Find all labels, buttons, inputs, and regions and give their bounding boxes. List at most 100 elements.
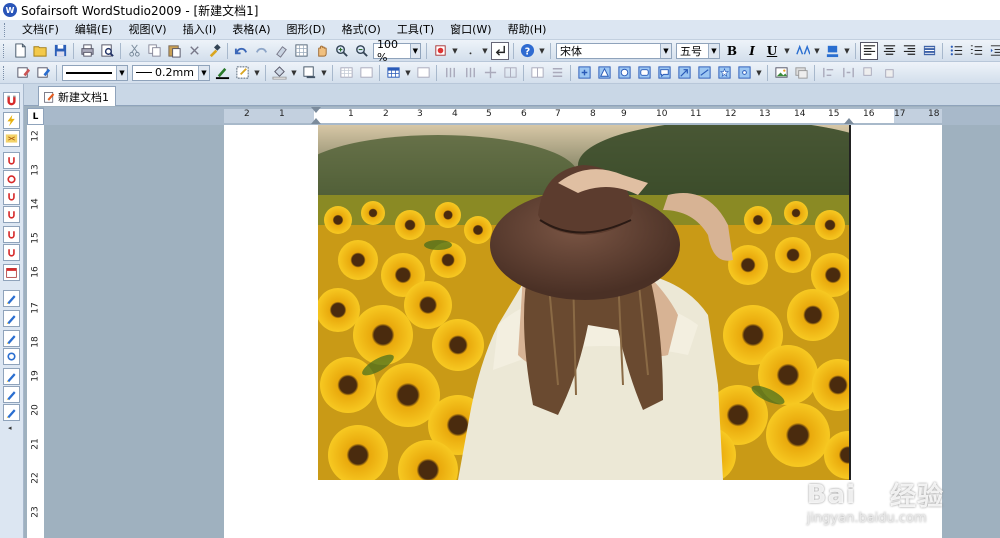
right-indent-marker[interactable] [844, 118, 854, 124]
magnet-red-4-button[interactable] [3, 206, 20, 223]
shape-line-button[interactable] [695, 64, 713, 82]
shape-rectangle-button[interactable] [575, 64, 593, 82]
border-style-button[interactable] [233, 64, 251, 82]
magnet-tool-button[interactable] [3, 92, 20, 109]
picture-format-button[interactable] [792, 64, 810, 82]
hand-tool-button[interactable] [312, 42, 330, 60]
send-backward-button[interactable] [879, 64, 897, 82]
copy-button[interactable] [145, 42, 163, 60]
format-painter-button[interactable] [205, 42, 223, 60]
align-left-button[interactable] [860, 41, 878, 60]
insert-picture-button[interactable] [772, 64, 790, 82]
cell-align-button[interactable] [548, 64, 566, 82]
edit-text-button[interactable] [34, 64, 52, 82]
menu-tools[interactable]: 工具(T) [389, 21, 442, 39]
connector-tool-button[interactable] [3, 130, 20, 147]
align-objects-button[interactable] [819, 64, 837, 82]
delete-button[interactable] [185, 42, 203, 60]
ring-tool-button[interactable] [3, 348, 20, 365]
chevron-down-icon[interactable]: ▼ [812, 43, 822, 59]
print-preview-button[interactable] [98, 42, 116, 60]
pen-tool-3-button[interactable] [3, 330, 20, 347]
chevron-down-icon[interactable]: ▼ [842, 43, 852, 59]
chevron-down-icon[interactable]: ▼ [754, 65, 764, 81]
highlight-button[interactable] [823, 42, 841, 60]
insert-column-button[interactable] [441, 64, 459, 82]
print-button[interactable] [78, 42, 96, 60]
menu-insert[interactable]: 插入(I) [175, 21, 225, 39]
new-document-button[interactable] [11, 42, 29, 60]
align-right-button[interactable] [900, 42, 918, 60]
merge-cells-button[interactable] [481, 64, 499, 82]
symbol-button[interactable] [461, 42, 479, 60]
vertical-ruler[interactable]: 12 13 14 15 16 17 18 19 20 21 22 23 [27, 125, 44, 538]
shape-circle-button[interactable] [615, 64, 633, 82]
shape-arrow-button[interactable] [675, 64, 693, 82]
distribute-button[interactable] [839, 64, 857, 82]
table-format-button[interactable] [357, 64, 375, 82]
shape-callout-button[interactable] [655, 64, 673, 82]
line-style-select[interactable]: ▼ [62, 64, 128, 81]
open-button[interactable] [31, 42, 49, 60]
toolbar-grip[interactable] [3, 43, 4, 58]
cut-button[interactable] [125, 42, 143, 60]
zoom-out-button[interactable] [352, 42, 370, 60]
chevron-down-icon[interactable]: ▼ [252, 65, 262, 81]
magnet-red-5-button[interactable] [3, 226, 20, 243]
chevron-down-icon[interactable]: ▼ [782, 43, 792, 59]
fill-color-button[interactable] [270, 64, 288, 82]
calendar-tool-button[interactable] [3, 264, 20, 281]
justify-button[interactable] [920, 42, 938, 60]
pen-tool-1-button[interactable] [3, 290, 20, 307]
magnet-red-2-button[interactable] [3, 170, 20, 187]
font-size-select[interactable]: 五号 ▼ [676, 42, 720, 59]
italic-button[interactable]: I [743, 42, 761, 60]
menu-format[interactable]: 格式(O) [334, 21, 389, 39]
chevron-down-icon[interactable]: ▼ [289, 65, 299, 81]
tab-stop-selector[interactable]: L [27, 108, 44, 125]
menu-graphics[interactable]: 图形(D) [279, 21, 334, 39]
bullet-list-button[interactable] [947, 42, 965, 60]
bold-button[interactable]: B [723, 42, 741, 60]
menu-help[interactable]: 帮助(H) [500, 21, 555, 39]
zoom-select[interactable]: 100 % ▼ [373, 40, 421, 61]
delete-column-button[interactable] [461, 64, 479, 82]
shadow-button[interactable] [300, 64, 318, 82]
left-indent-marker[interactable] [311, 118, 321, 124]
menu-view[interactable]: 视图(V) [120, 21, 174, 39]
split-cells-button[interactable] [501, 64, 519, 82]
shape-star-button[interactable] [715, 64, 733, 82]
horizontal-ruler[interactable]: 2 1 1 2 3 4 5 6 7 8 9 10 11 12 13 14 15 … [44, 107, 1000, 125]
magnet-red-6-button[interactable] [3, 244, 20, 261]
chevron-down-icon[interactable]: ▼ [450, 43, 460, 59]
grid-button[interactable] [292, 42, 310, 60]
line-width-select[interactable]: 0.2mm ▼ [132, 64, 210, 81]
line-color-button[interactable] [213, 64, 231, 82]
inserted-photo[interactable] [318, 125, 851, 480]
paragraph-mark-button[interactable] [491, 41, 509, 60]
chevron-down-icon[interactable]: ▼ [319, 65, 329, 81]
character-format-button[interactable] [793, 42, 811, 60]
indent-button[interactable] [987, 42, 1000, 60]
pen-tool-4-button[interactable] [3, 368, 20, 385]
pen-tool-6-button[interactable] [3, 404, 20, 421]
tab-new-document-1[interactable]: 新建文档1 [38, 86, 116, 106]
erase-button[interactable] [272, 42, 290, 60]
zoom-in-button[interactable] [332, 42, 350, 60]
cell-split-button[interactable] [528, 64, 546, 82]
first-line-indent-marker[interactable] [311, 107, 321, 113]
shape-rounded-button[interactable] [635, 64, 653, 82]
font-name-select[interactable]: 宋体 ▼ [556, 42, 672, 59]
undo-button[interactable] [232, 42, 250, 60]
magnet-red-3-button[interactable] [3, 188, 20, 205]
magnet-red-1-button[interactable] [3, 152, 20, 169]
shape-triangle-button[interactable] [595, 64, 613, 82]
menu-table[interactable]: 表格(A) [224, 21, 278, 39]
menu-document[interactable]: 文档(F) [14, 21, 67, 39]
toolbar-grip[interactable] [3, 65, 7, 80]
menubar-grip[interactable] [4, 22, 8, 37]
lightning-tool-button[interactable] [3, 112, 20, 129]
chevron-down-icon[interactable]: ◂ [8, 424, 12, 432]
insert-table-button[interactable] [384, 64, 402, 82]
table-insert-button[interactable] [337, 64, 355, 82]
